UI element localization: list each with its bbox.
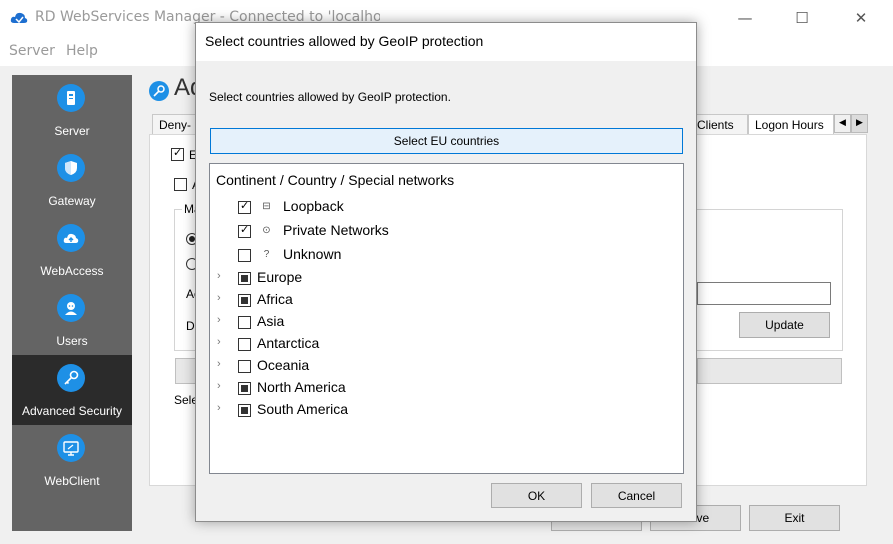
monitor-icon: [57, 434, 85, 462]
cloud-app-icon: [10, 10, 28, 26]
wide-bar-right[interactable]: [697, 358, 842, 384]
tree-item-label: Asia: [257, 313, 285, 329]
sidebar: Server Gateway WebAccess Users Advanced …: [12, 75, 132, 531]
sidebar-item-label: WebClient: [44, 474, 100, 488]
south-america-checkbox[interactable]: [238, 404, 251, 417]
shield-icon: [57, 154, 85, 182]
unknown-checkbox[interactable]: [238, 249, 251, 262]
tab-deny[interactable]: Deny-: [152, 114, 198, 136]
menu-help[interactable]: Help: [66, 43, 98, 59]
tree-header: Continent / Country / Special networks: [216, 172, 455, 188]
dialog-description: Select countries allowed by GeoIP protec…: [209, 90, 451, 104]
tree-item-asia[interactable]: › Asia: [217, 311, 677, 333]
cloud-upload-icon: [57, 224, 85, 252]
close-icon[interactable]: ✕: [851, 8, 871, 28]
select-eu-button[interactable]: Select EU countries: [210, 128, 683, 154]
tab-scroll-right-icon[interactable]: ▶: [851, 114, 868, 133]
tab-clients[interactable]: Clients: [690, 114, 748, 136]
tree-item-antarctica[interactable]: › Antarctica: [217, 333, 677, 355]
ok-button[interactable]: OK: [491, 483, 582, 508]
tree-item-unknown[interactable]: ? Unknown: [220, 244, 680, 266]
expand-chevron-icon[interactable]: ›: [217, 314, 227, 326]
minimize-icon[interactable]: —: [735, 8, 755, 28]
loopback-checkbox[interactable]: ✓: [238, 200, 251, 214]
sidebar-item-label: WebAccess: [40, 264, 104, 278]
tree-item-label: Europe: [257, 269, 303, 285]
tab-scroll-left-icon[interactable]: ◀: [834, 114, 851, 133]
tree-item-private-networks[interactable]: ✓ ⊙ Private Networks: [220, 220, 680, 242]
sidebar-item-webaccess[interactable]: WebAccess: [12, 215, 132, 285]
loopback-icon: ⊟: [262, 201, 271, 212]
tree-item-label: Oceania: [257, 357, 310, 373]
dialog-title: Select countries allowed by GeoIP protec…: [205, 33, 484, 49]
page-key-icon: [149, 81, 169, 101]
expand-chevron-icon[interactable]: ›: [217, 380, 227, 392]
sidebar-item-label: Gateway: [48, 194, 96, 208]
exit-button[interactable]: Exit: [749, 505, 840, 531]
tree-item-africa[interactable]: › Africa: [217, 289, 677, 311]
tab-logon-hours[interactable]: Logon Hours: [748, 114, 834, 136]
tree-item-south-america[interactable]: › South America: [217, 399, 677, 421]
north-america-checkbox[interactable]: [238, 382, 251, 395]
menu-server[interactable]: Server: [9, 43, 55, 59]
private-networks-checkbox[interactable]: ✓: [238, 224, 251, 238]
oceania-checkbox[interactable]: [238, 360, 251, 373]
tree-item-label: Private Networks: [283, 222, 389, 238]
maximize-icon[interactable]: ☐: [792, 8, 812, 28]
update-button[interactable]: Update: [739, 312, 830, 338]
address-input[interactable]: [697, 282, 831, 305]
asia-checkbox[interactable]: [238, 316, 251, 329]
tree-item-label: South America: [257, 401, 349, 417]
sidebar-item-gateway[interactable]: Gateway: [12, 145, 132, 215]
sidebar-item-server[interactable]: Server: [12, 75, 132, 145]
option-checkbox[interactable]: [174, 178, 187, 191]
key-icon: [57, 364, 85, 392]
europe-checkbox[interactable]: [238, 272, 251, 285]
tree-item-loopback[interactable]: ✓ ⊟ Loopback: [220, 196, 680, 218]
geoip-dialog: Select countries allowed by GeoIP protec…: [195, 22, 697, 522]
tree-item-label: Unknown: [283, 246, 342, 262]
expand-chevron-icon[interactable]: ›: [217, 270, 227, 282]
enable-checkbox[interactable]: ✓: [171, 146, 184, 161]
tree-item-label: North America: [257, 379, 346, 395]
unknown-icon: ?: [263, 249, 270, 260]
server-icon: [57, 84, 85, 112]
sidebar-item-label: Server: [54, 124, 90, 138]
tree-item-label: Loopback: [283, 198, 344, 214]
tree-item-label: Antarctica: [257, 335, 320, 351]
sidebar-item-label: Advanced Security: [21, 404, 123, 418]
expand-chevron-icon[interactable]: ›: [217, 358, 227, 370]
sidebar-item-advanced-security[interactable]: Advanced Security: [12, 355, 132, 425]
africa-checkbox[interactable]: [238, 294, 251, 307]
expand-chevron-icon[interactable]: ›: [217, 402, 227, 414]
expand-chevron-icon[interactable]: ›: [217, 336, 227, 348]
sidebar-item-label: Users: [56, 334, 88, 348]
antarctica-checkbox[interactable]: [238, 338, 251, 351]
users-icon: [57, 294, 85, 322]
private-network-icon: ⊙: [262, 225, 271, 236]
expand-chevron-icon[interactable]: ›: [217, 292, 227, 304]
tree-item-oceania[interactable]: › Oceania: [217, 355, 677, 377]
cancel-button[interactable]: Cancel: [591, 483, 682, 508]
country-tree[interactable]: Continent / Country / Special networks ✓…: [209, 163, 684, 474]
sidebar-item-users[interactable]: Users: [12, 285, 132, 355]
tree-item-north-america[interactable]: › North America: [217, 377, 677, 399]
sidebar-item-webclient[interactable]: WebClient: [12, 425, 132, 495]
tree-item-label: Africa: [257, 291, 293, 307]
tree-item-europe[interactable]: › Europe: [217, 267, 677, 289]
